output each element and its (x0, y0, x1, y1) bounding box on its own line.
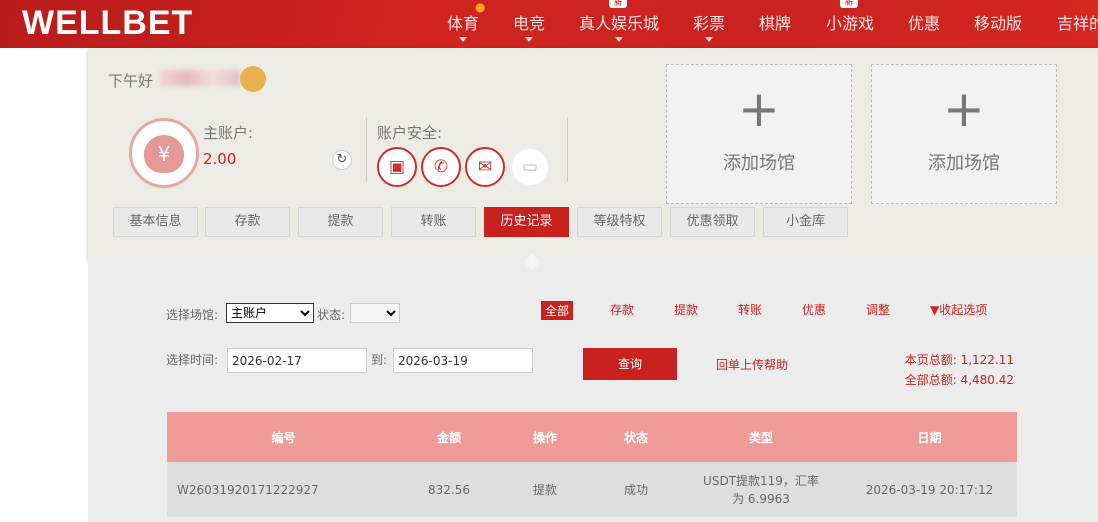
caret-down-icon (525, 37, 533, 42)
security-label: 账户安全: (377, 124, 443, 142)
tab-withdraw[interactable]: 提款 (298, 207, 383, 237)
nav-label: 真人娱乐城 (579, 14, 660, 33)
cell-status: 成功 (592, 462, 680, 517)
filter-deposit[interactable]: 存款 (610, 301, 634, 318)
cell-date: 2026-03-19 20:17:12 (842, 462, 1017, 517)
nav-label: 彩票 (693, 14, 726, 33)
id-card-icon[interactable]: ▣ (377, 147, 417, 187)
tab-vault[interactable]: 小金库 (763, 207, 848, 237)
add-venue-button[interactable]: + 添加场馆 (871, 64, 1057, 204)
money-bag-icon: ¥ (129, 118, 199, 188)
add-venue-button[interactable]: + 添加场馆 (666, 64, 852, 204)
page-total: 本页总额: 1,122.11 (904, 353, 1014, 367)
tab-basic-info[interactable]: 基本信息 (113, 207, 198, 237)
tab-history[interactable]: 历史记录 (484, 207, 569, 237)
history-table: 编号 金额 操作 状态 类型 日期 W26031920171222927 832… (167, 412, 1017, 517)
caret-down-icon (705, 37, 713, 42)
add-venue-label: 添加场馆 (723, 153, 795, 174)
nav-chess[interactable]: 棋牌 (759, 10, 791, 34)
venue-select[interactable]: 主账户 (226, 303, 314, 323)
sms-phone-icon[interactable]: ✆ (421, 147, 461, 187)
date-from-input[interactable] (227, 348, 367, 373)
to-label: 到: (371, 353, 388, 367)
venue-label: 选择场馆: (166, 308, 219, 322)
divider (567, 117, 568, 182)
col-id: 编号 (167, 412, 400, 462)
plus-icon: + (738, 80, 780, 138)
fire-icon: ● (475, 0, 486, 14)
plus-icon: + (943, 80, 985, 138)
nav-live-casino[interactable]: 真人娱乐城新 (579, 0, 660, 42)
tab-transfer[interactable]: 转账 (391, 207, 476, 237)
col-amount: 金额 (400, 412, 498, 462)
table-header-row: 编号 金额 操作 状态 类型 日期 (167, 412, 1017, 462)
nav-label: 移动版 (974, 14, 1023, 33)
col-type: 类型 (680, 412, 842, 462)
tab-promo-claim[interactable]: 优惠领取 (670, 207, 755, 237)
nav-label: 体育 (447, 14, 480, 33)
date-to-input[interactable] (393, 348, 533, 373)
add-venue-label: 添加场馆 (928, 153, 1000, 174)
filter-transfer[interactable]: 转账 (738, 301, 762, 318)
caret-down-icon (615, 37, 623, 42)
col-status: 状态 (592, 412, 680, 462)
new-badge: 新 (609, 0, 627, 8)
username-blurred (160, 70, 240, 86)
cell-operation: 提款 (498, 462, 592, 517)
nav-label: 小游戏 (826, 14, 875, 33)
bank-card-icon[interactable]: ▭ (510, 147, 550, 187)
monkey-avatar-icon (240, 66, 266, 92)
new-badge: 新 (840, 0, 858, 8)
col-operation: 操作 (498, 412, 592, 462)
nav-label: 吉祥的 (1057, 14, 1098, 33)
nav-mini-games[interactable]: 小游戏新 (826, 0, 875, 34)
col-date: 日期 (842, 412, 1017, 462)
upload-help-link[interactable]: 回单上传帮助 (716, 356, 788, 373)
filter-promo[interactable]: 优惠 (802, 301, 826, 318)
nav-esports[interactable]: 电竞 (513, 10, 546, 42)
nav-sports[interactable]: 体育 ● (447, 0, 485, 42)
refresh-icon[interactable]: ↻ (332, 150, 352, 170)
main-account-label: 主账户: (203, 124, 254, 142)
table-row: W26031920171222927 832.56 提款 成功 USDT提款11… (167, 462, 1017, 517)
tab-vip[interactable]: 等级特权 (577, 207, 662, 237)
nav-promotions[interactable]: 优惠 (908, 10, 940, 34)
filter-all[interactable]: 全部 (541, 301, 574, 320)
collapse-options[interactable]: ▼收起选项 (930, 301, 987, 318)
divider (366, 117, 367, 182)
greeting: 下午好 (108, 72, 154, 90)
nav-mobile[interactable]: 移动版 (974, 10, 1022, 34)
cell-type: USDT提款119，汇率为 6.9963 (680, 462, 842, 517)
status-select[interactable] (350, 303, 400, 323)
filter-withdraw[interactable]: 提款 (674, 301, 698, 318)
time-label: 选择时间: (166, 353, 219, 367)
status-label: 状态: (317, 308, 346, 322)
nav-lucky[interactable]: 吉祥的 (1057, 10, 1098, 34)
tab-deposit[interactable]: 存款 (205, 207, 290, 237)
main-balance: 2.00 (203, 150, 237, 168)
wellbet-logo[interactable]: WELLBET (22, 4, 193, 43)
filter-adjust[interactable]: 调整 (866, 301, 890, 318)
caret-down-icon (459, 37, 467, 42)
nav-label: 优惠 (908, 14, 941, 33)
all-total: 全部总额: 4,480.42 (904, 373, 1014, 387)
cell-id: W26031920171222927 (167, 462, 400, 517)
cell-amount: 832.56 (400, 462, 498, 517)
top-header: WELLBET 体育 ● 电竞 真人娱乐城新 彩票 棋牌 小游戏新 优惠 移动版 … (0, 0, 1098, 48)
nav-label: 电竞 (513, 14, 546, 33)
email-icon[interactable]: ✉ (465, 147, 505, 187)
query-button[interactable]: 查询 (583, 348, 677, 380)
nav-lottery[interactable]: 彩票 (693, 10, 726, 42)
nav-label: 棋牌 (759, 14, 792, 33)
